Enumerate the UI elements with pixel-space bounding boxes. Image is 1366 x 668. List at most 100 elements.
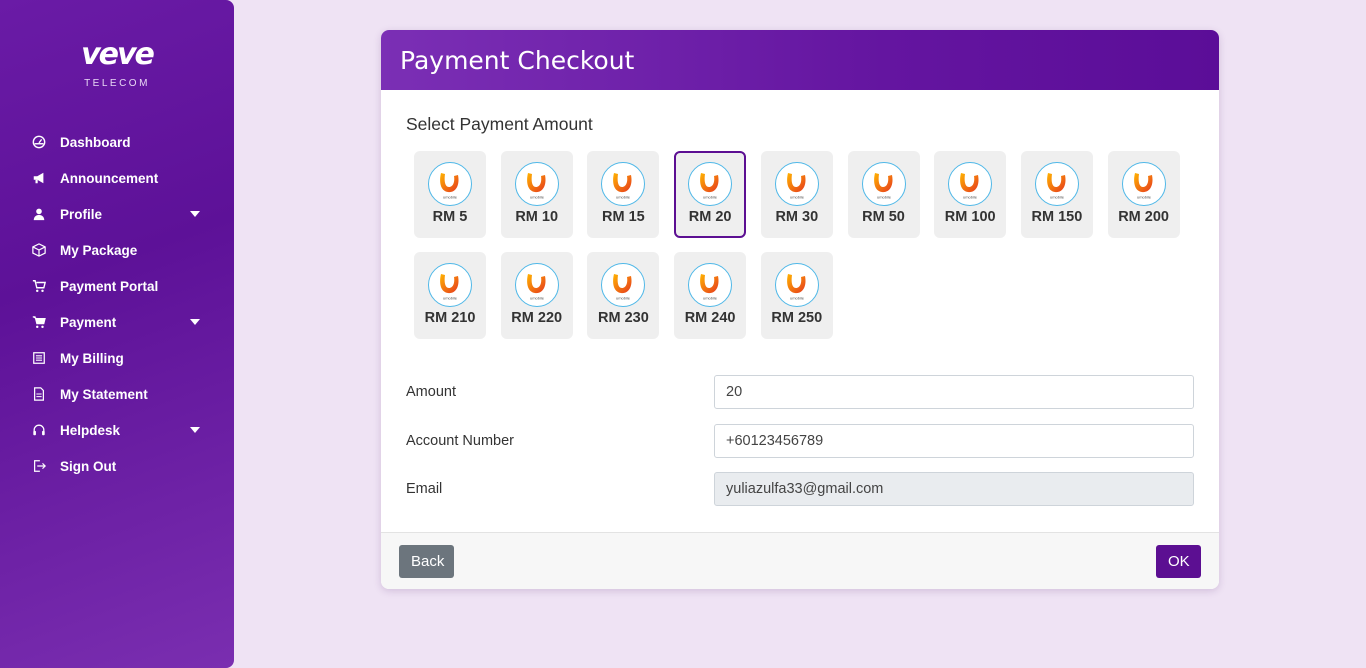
umobile-logo-icon: umobile bbox=[688, 162, 733, 206]
chevron-down-icon[interactable] bbox=[190, 211, 200, 217]
amount-option-label: RM 5 bbox=[432, 209, 468, 225]
page-title: Payment Checkout bbox=[400, 45, 635, 75]
amount-option-label: RM 20 bbox=[688, 209, 732, 225]
amount-option[interactable]: umobile RM 250 bbox=[760, 252, 833, 339]
svg-text:umobile: umobile bbox=[790, 195, 805, 200]
email-input[interactable] bbox=[714, 472, 1194, 506]
amount-option[interactable]: umobile RM 20 bbox=[674, 151, 747, 238]
email-row: Email bbox=[406, 472, 1194, 506]
umobile-logo-icon: umobile bbox=[514, 162, 559, 206]
sidebar-item-payment-portal[interactable]: Payment Portal bbox=[0, 268, 234, 304]
svg-text:umobile: umobile bbox=[876, 195, 891, 200]
amount-option[interactable]: umobile RM 210 bbox=[414, 252, 486, 339]
amount-option-label: RM 150 bbox=[1031, 209, 1083, 225]
sidebar-item-label: Payment Portal bbox=[60, 278, 159, 294]
amount-option-label: RM 210 bbox=[424, 310, 476, 326]
megaphone-icon bbox=[32, 171, 46, 185]
svg-text:umobile: umobile bbox=[1137, 195, 1152, 200]
svg-text:umobile: umobile bbox=[790, 296, 805, 301]
headset-icon bbox=[32, 423, 46, 437]
account-number-row: Account Number bbox=[406, 424, 1194, 458]
card-footer: Back OK bbox=[381, 532, 1219, 589]
amount-option[interactable]: umobile RM 240 bbox=[674, 252, 747, 339]
chevron-down-icon[interactable] bbox=[190, 319, 200, 325]
svg-text:umobile: umobile bbox=[963, 195, 978, 200]
ok-button[interactable]: OK bbox=[1156, 545, 1201, 578]
amount-option-label: RM 200 bbox=[1118, 209, 1169, 225]
umobile-logo-icon: umobile bbox=[861, 162, 906, 206]
amount-option[interactable]: umobile RM 30 bbox=[760, 151, 833, 238]
svg-text:umobile: umobile bbox=[530, 195, 545, 200]
sidebar-item-label: Profile bbox=[60, 206, 103, 222]
amount-option-label: RM 240 bbox=[684, 310, 736, 326]
account-number-input[interactable] bbox=[714, 424, 1194, 458]
amount-option[interactable]: umobile RM 100 bbox=[934, 151, 1007, 238]
svg-text:umobile: umobile bbox=[530, 296, 545, 301]
chevron-down-icon[interactable] bbox=[190, 427, 200, 433]
umobile-logo-icon: umobile bbox=[601, 162, 646, 206]
amount-option[interactable]: umobile RM 5 bbox=[414, 151, 486, 238]
sidebar-item-payment[interactable]: Payment bbox=[0, 304, 234, 340]
sidebar-item-label: Payment bbox=[60, 314, 117, 330]
amount-option-label: RM 10 bbox=[515, 209, 559, 225]
amount-label: Amount bbox=[406, 384, 456, 400]
umobile-logo-icon: umobile bbox=[428, 162, 472, 206]
svg-text:umobile: umobile bbox=[616, 195, 631, 200]
sidebar-item-my-package[interactable]: My Package bbox=[0, 232, 234, 268]
sidebar-item-label: Sign Out bbox=[60, 458, 117, 474]
amount-option-label: RM 220 bbox=[511, 310, 563, 326]
sidebar-nav: Dashboard Announcement Profile My Packag… bbox=[0, 124, 234, 484]
umobile-logo-icon: umobile bbox=[601, 263, 646, 307]
sidebar-item-label: My Statement bbox=[60, 386, 148, 402]
sidebar-item-my-statement[interactable]: My Statement bbox=[0, 376, 234, 412]
sidebar-item-helpdesk[interactable]: Helpdesk bbox=[0, 412, 234, 448]
svg-text:umobile: umobile bbox=[616, 296, 631, 301]
sidebar-item-label: Dashboard bbox=[60, 134, 131, 150]
svg-text:umobile: umobile bbox=[703, 296, 718, 301]
sidebar: veve TELECOM Dashboard Announcement Prof… bbox=[0, 0, 234, 668]
brand-name: veve bbox=[81, 37, 155, 72]
amount-option[interactable]: umobile RM 15 bbox=[587, 151, 660, 238]
umobile-logo-icon: umobile bbox=[948, 162, 993, 206]
sidebar-item-sign-out[interactable]: Sign Out bbox=[0, 448, 234, 484]
amount-option-label: RM 50 bbox=[862, 209, 905, 225]
svg-text:umobile: umobile bbox=[443, 296, 458, 301]
svg-text:umobile: umobile bbox=[1050, 195, 1065, 200]
amount-option[interactable]: umobile RM 230 bbox=[587, 252, 660, 339]
umobile-logo-icon: umobile bbox=[514, 263, 559, 307]
brand-logo[interactable]: veve TELECOM bbox=[0, 37, 234, 90]
user-icon bbox=[32, 207, 46, 221]
umobile-logo-icon: umobile bbox=[1034, 162, 1079, 206]
amount-option[interactable]: umobile RM 220 bbox=[500, 252, 573, 339]
card-header: Payment Checkout bbox=[381, 30, 1219, 90]
amount-option-label: RM 15 bbox=[602, 209, 645, 225]
amount-option[interactable]: umobile RM 50 bbox=[847, 151, 920, 238]
account-number-label: Account Number bbox=[406, 433, 514, 449]
back-button[interactable]: Back bbox=[399, 545, 454, 578]
amount-input[interactable] bbox=[714, 375, 1194, 409]
amount-row: Amount bbox=[406, 375, 1194, 409]
amount-option-label: RM 30 bbox=[775, 209, 819, 225]
sidebar-item-announcement[interactable]: Announcement bbox=[0, 160, 234, 196]
amount-option-label: RM 230 bbox=[598, 310, 649, 326]
sidebar-item-profile[interactable]: Profile bbox=[0, 196, 234, 232]
section-title: Select Payment Amount bbox=[406, 114, 593, 134]
umobile-logo-icon: umobile bbox=[1121, 162, 1166, 206]
amount-option[interactable]: umobile RM 200 bbox=[1107, 151, 1180, 238]
brand-subtitle: TELECOM bbox=[84, 78, 150, 89]
umobile-logo-icon: umobile bbox=[774, 263, 819, 307]
umobile-logo-icon: umobile bbox=[428, 263, 472, 307]
umobile-logo-icon: umobile bbox=[688, 263, 733, 307]
svg-text:umobile: umobile bbox=[443, 195, 458, 200]
cart-icon bbox=[32, 279, 46, 293]
sidebar-item-label: My Package bbox=[60, 242, 138, 258]
amount-option[interactable]: umobile RM 150 bbox=[1020, 151, 1093, 238]
amount-option[interactable]: umobile RM 10 bbox=[500, 151, 573, 238]
sidebar-item-label: Announcement bbox=[60, 170, 159, 186]
sidebar-item-my-billing[interactable]: My Billing bbox=[0, 340, 234, 376]
billing-icon bbox=[32, 351, 46, 365]
svg-text:umobile: umobile bbox=[703, 195, 718, 200]
sidebar-item-dashboard[interactable]: Dashboard bbox=[0, 124, 234, 160]
document-icon bbox=[32, 387, 46, 401]
amount-option-label: RM 100 bbox=[944, 209, 996, 225]
